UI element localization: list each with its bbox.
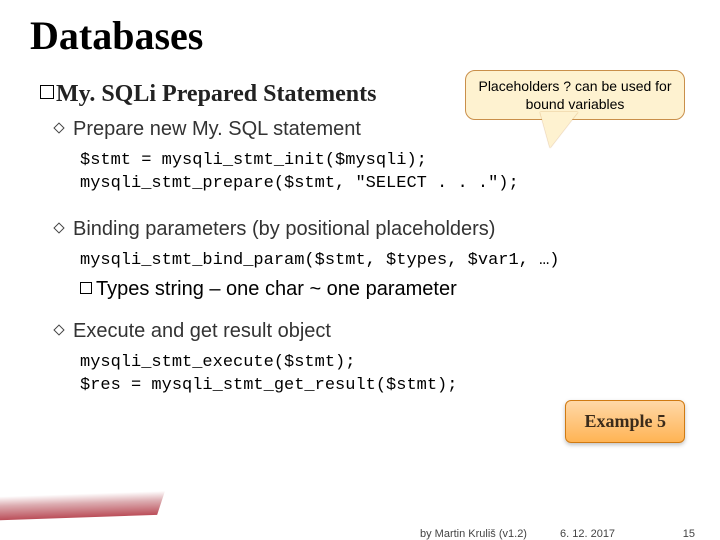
code-block-bind: mysqli_stmt_bind_param($stmt, $types, $v…	[80, 250, 559, 273]
bullet-binding: Binding parameters (by positional placeh…	[55, 218, 495, 241]
bullet-execute-text: Execute and get result object	[73, 320, 331, 342]
example-badge: Example 5	[565, 400, 685, 443]
slide-title: Databases	[30, 12, 203, 59]
section-heading: My. SQLi Prepared Statements	[40, 80, 376, 108]
bullet-binding-text: Binding parameters (by positional placeh…	[73, 218, 495, 240]
heading-rest: Prepared Statements	[156, 81, 376, 107]
accent-decoration	[0, 491, 165, 521]
bullet-prepare: Prepare new My. SQL statement	[55, 118, 361, 141]
callout-text: Placeholders ? can be used for bound var…	[478, 78, 671, 112]
types-note: Types string – one char ~ one parameter	[80, 278, 457, 301]
code-block-execute: mysqli_stmt_execute($stmt); $res = mysql…	[80, 352, 457, 398]
diamond-icon	[53, 324, 64, 335]
code-block-init: $stmt = mysqli_stmt_init($mysqli); mysql…	[80, 150, 519, 196]
types-note-text: Types string – one char ~ one parameter	[96, 278, 457, 300]
diamond-icon	[53, 222, 64, 233]
callout-tail	[540, 112, 578, 148]
bullet-execute: Execute and get result object	[55, 320, 331, 343]
bullet-prepare-text: Prepare new My. SQL statement	[73, 118, 361, 140]
checkbox-icon	[40, 85, 54, 99]
slide: Databases My. SQLi Prepared Statements P…	[0, 0, 720, 540]
heading-prefix: My. SQLi	[56, 81, 156, 107]
footer-page: 15	[683, 528, 695, 540]
diamond-icon	[53, 122, 64, 133]
footer-date: 6. 12. 2017	[560, 528, 615, 540]
footer-author: by Martin Kruliš (v1.2)	[420, 528, 527, 540]
checkbox-icon	[80, 282, 92, 294]
